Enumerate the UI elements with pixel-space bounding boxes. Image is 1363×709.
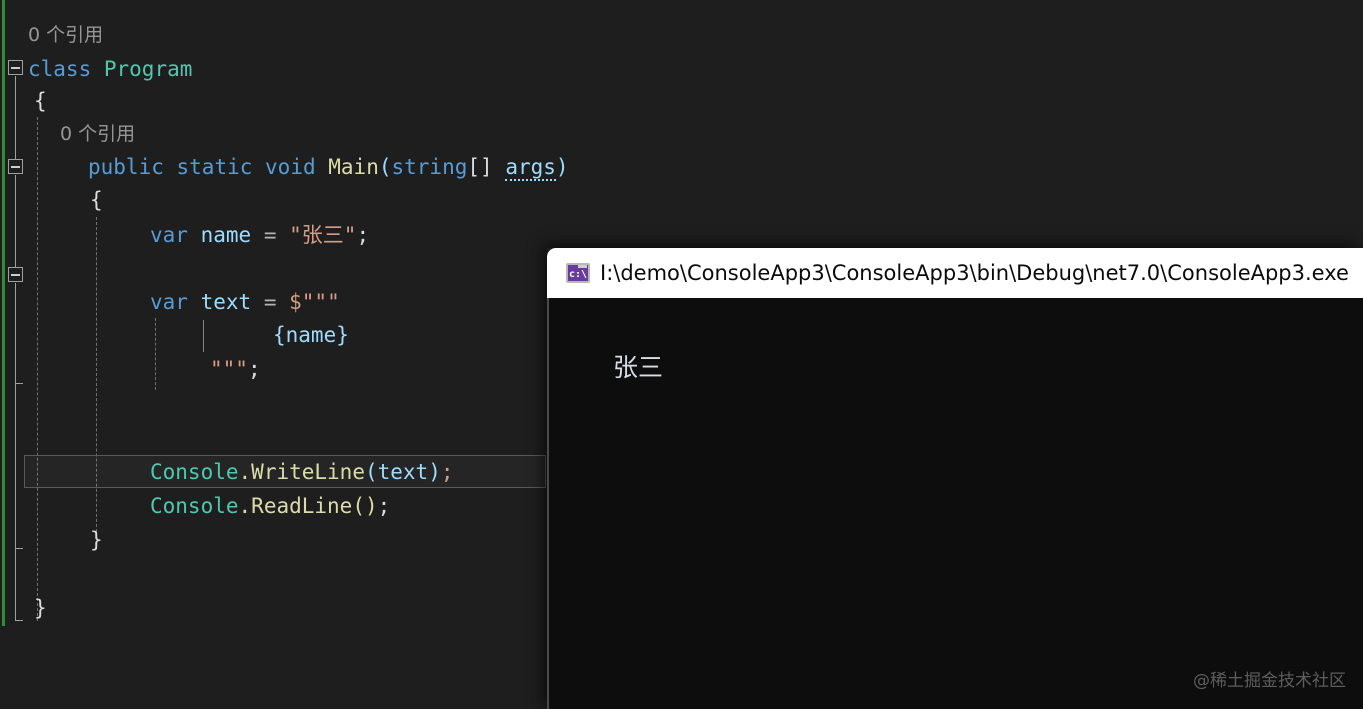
codelens-main[interactable]: 0 个引用	[32, 117, 83, 151]
token-name-string-value: "张三"	[289, 223, 356, 247]
token-assign-2: =	[264, 290, 277, 314]
token-class-keyword: class	[28, 57, 91, 81]
token-var-2: var	[150, 290, 188, 314]
fold-guide-main-upper	[15, 175, 16, 267]
token-console-1: Console	[150, 460, 239, 484]
code-line-console-readline-content: Console.ReadLine();	[150, 489, 390, 523]
indent-guide-level-2	[96, 217, 97, 537]
console-window[interactable]: c:\ I:\demo\ConsoleApp3\ConsoleApp3\bin\…	[547, 248, 1363, 709]
code-line-var-name-content: var name = "张三";	[150, 218, 369, 252]
command-prompt-icon: c:\	[566, 263, 590, 283]
token-space-9	[251, 290, 264, 314]
token-writeline: WriteLine	[251, 460, 365, 484]
code-line-var-text[interactable]: var text = $"""	[122, 285, 173, 319]
fold-guide-main-lower	[15, 383, 16, 548]
token-args: args	[505, 155, 556, 181]
token-static: static	[177, 155, 253, 179]
code-line-var-text-content: var text = $"""	[150, 285, 340, 319]
token-void: void	[265, 155, 316, 179]
console-output-text: 张三	[613, 348, 663, 384]
token-brace-open-class: {	[34, 84, 47, 118]
token-brace-close-class: }	[34, 591, 47, 625]
codelens-class-label[interactable]: 0 个引用	[28, 18, 103, 52]
token-space-6	[251, 223, 264, 247]
code-line-class-decl-content: class Program	[28, 52, 192, 86]
token-space-5	[188, 223, 201, 247]
token-brace-close-main: }	[90, 523, 103, 557]
fold-guide-rawstring-foot	[15, 383, 23, 384]
token-brace-open-main: {	[90, 183, 103, 217]
token-class-name: Program	[104, 57, 193, 81]
token-console-2: Console	[150, 494, 239, 518]
code-line-main-open-brace[interactable]: {	[62, 183, 113, 217]
fold-guide-rawstring	[15, 283, 16, 383]
token-paren-close: )	[556, 155, 569, 179]
token-space-7	[276, 223, 289, 247]
token-paren-open: (	[379, 155, 392, 179]
token-space-10	[276, 290, 289, 314]
codelens-class[interactable]: 0 个引用	[0, 18, 51, 52]
code-line-main-signature[interactable]: public static void Main(string[] args)	[60, 150, 111, 184]
code-line-class-decl[interactable]: class Program	[0, 52, 51, 86]
token-semicolon-1: ;	[356, 223, 369, 247]
token-dot-2: .	[239, 494, 252, 518]
token-space	[91, 57, 104, 81]
code-line-raw-string-close[interactable]: """;	[182, 352, 233, 386]
watermark-text: @稀土掘金技术社区	[1193, 666, 1346, 691]
code-line-class-open-brace[interactable]: {	[6, 84, 57, 118]
token-string-type: string	[392, 155, 468, 179]
fold-toggle-rawstring[interactable]	[8, 267, 23, 282]
token-semicolon-3: ;	[441, 460, 454, 484]
token-dot-1: .	[239, 460, 252, 484]
token-semicolon-2: ;	[248, 357, 261, 381]
token-readline: ReadLine	[251, 494, 352, 518]
token-rl-parens: ()	[352, 494, 377, 518]
text-cursor	[203, 320, 204, 352]
code-line-console-readline[interactable]: Console.ReadLine();	[122, 489, 173, 523]
token-raw-string-close: """	[210, 357, 248, 381]
token-space-4	[493, 155, 506, 179]
token-wl-paren-open: (	[365, 460, 378, 484]
code-line-console-writeline-content: Console.WriteLine(text);	[150, 455, 454, 489]
token-space-2	[252, 155, 265, 179]
code-line-raw-string-close-content: """;	[210, 352, 261, 386]
token-interpolation-name: {name}	[273, 318, 349, 352]
console-output-area[interactable]: 张三 @稀土掘金技术社区	[547, 298, 1363, 709]
code-line-console-writeline[interactable]: Console.WriteLine(text);	[122, 455, 173, 489]
token-space-3	[316, 155, 329, 179]
fold-guide-main-foot	[15, 548, 23, 549]
command-prompt-icon-titlebar	[578, 265, 587, 268]
token-space-8	[188, 290, 201, 314]
token-assign-1: =	[264, 223, 277, 247]
token-brackets: []	[467, 155, 492, 179]
token-name-identifier: name	[201, 223, 252, 247]
token-public: public	[88, 155, 164, 179]
token-semicolon-4: ;	[378, 494, 391, 518]
token-wl-argument: text	[378, 460, 429, 484]
token-main-name: Main	[328, 155, 379, 179]
token-var-1: var	[150, 223, 188, 247]
codelens-main-label[interactable]: 0 个引用	[60, 117, 135, 151]
code-line-main-signature-content: public static void Main(string[] args)	[88, 150, 569, 184]
token-wl-paren-close: )	[428, 460, 441, 484]
console-titlebar[interactable]: c:\ I:\demo\ConsoleApp3\ConsoleApp3\bin\…	[547, 248, 1363, 298]
token-raw-string-open: $"""	[289, 290, 340, 314]
code-line-main-close-brace[interactable]: }	[62, 523, 113, 557]
console-title-text: I:\demo\ConsoleApp3\ConsoleApp3\bin\Debu…	[600, 261, 1349, 285]
code-line-var-name[interactable]: var name = "张三";	[122, 218, 173, 252]
command-prompt-icon-glyph: c:\	[569, 270, 587, 280]
token-space-1	[164, 155, 177, 179]
code-line-class-close-brace[interactable]: }	[6, 591, 57, 625]
code-line-interpolation[interactable]: {name}	[245, 318, 296, 352]
token-text-identifier: text	[201, 290, 252, 314]
